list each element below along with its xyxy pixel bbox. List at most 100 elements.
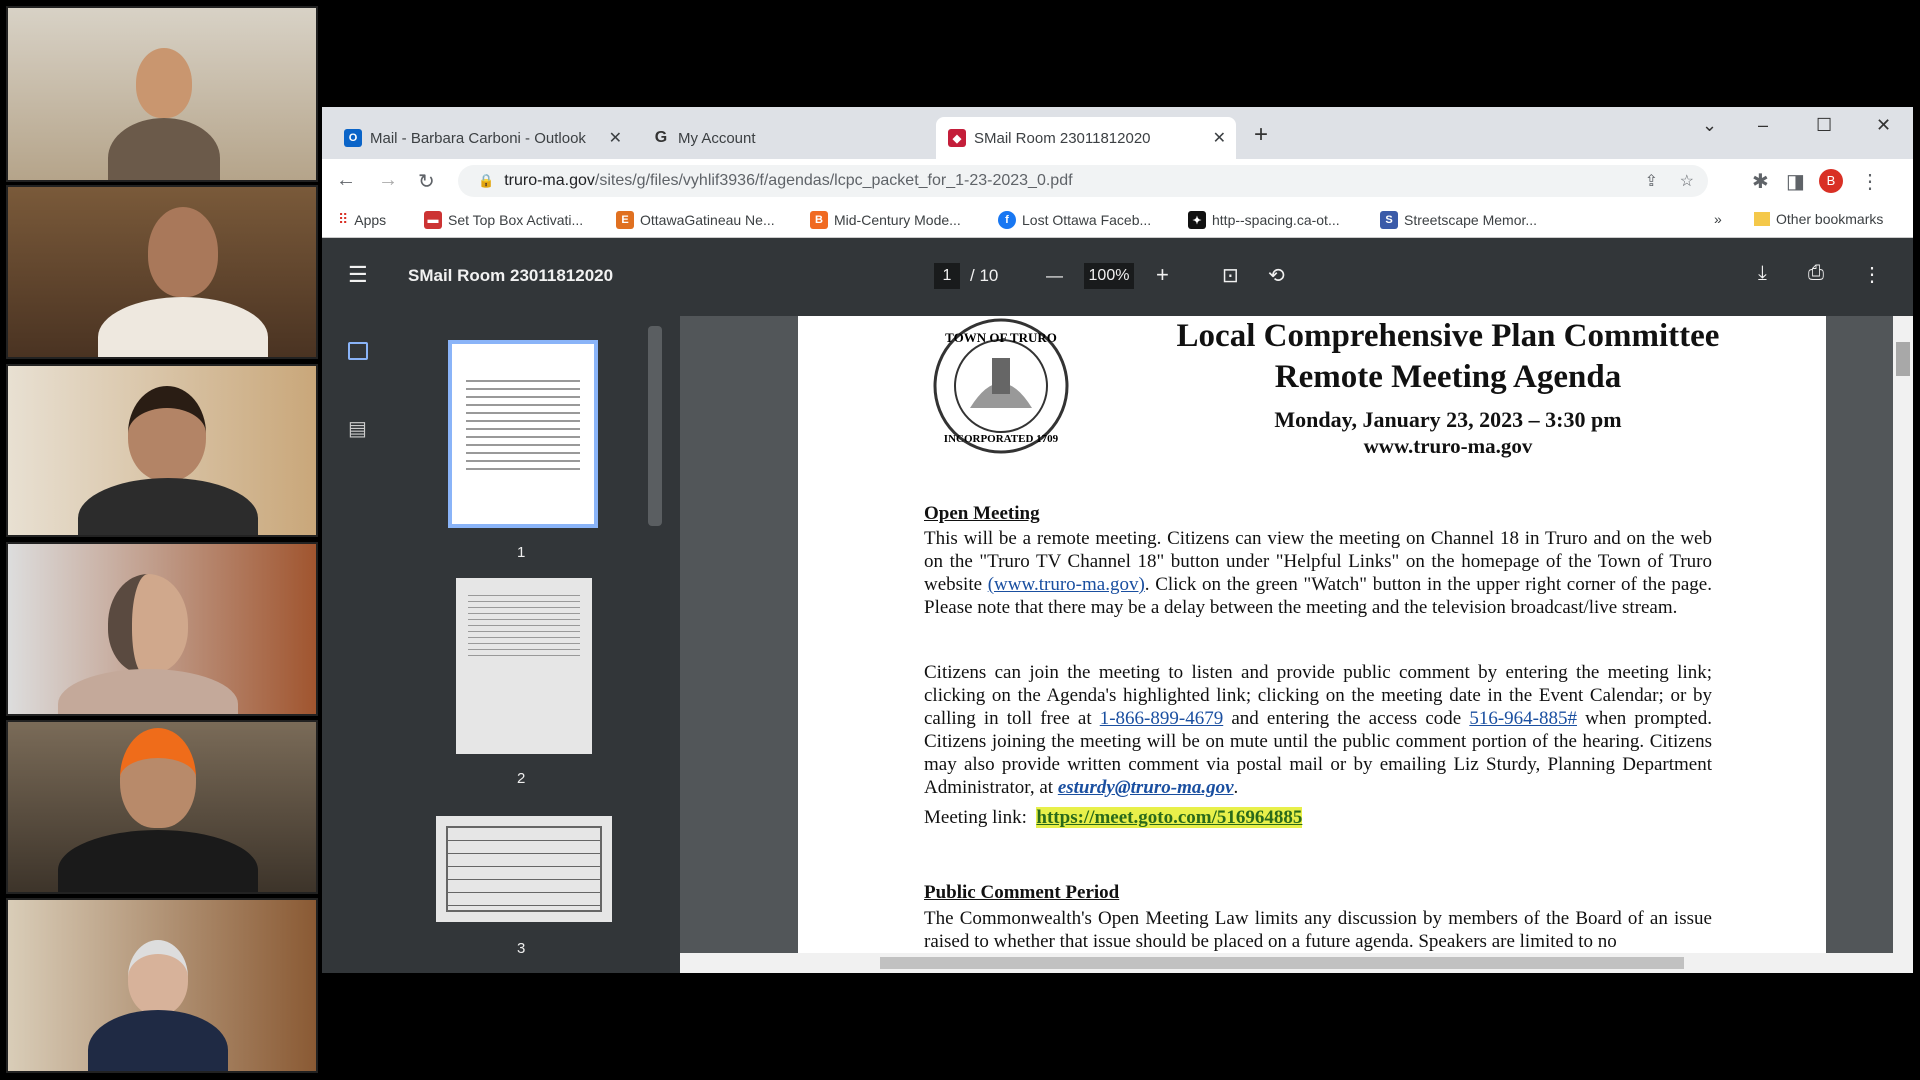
participant-body (78, 478, 258, 537)
bookmark-ottawagatineau[interactable]: EOttawaGatineau Ne... (616, 211, 775, 229)
page-thumbnail-3[interactable] (436, 816, 612, 922)
share-icon[interactable]: ⇪ (1645, 171, 1658, 191)
open-meeting-paragraph-1: This will be a remote meeting. Citizens … (924, 527, 1712, 619)
participant-body (108, 118, 220, 182)
close-tab-icon[interactable]: ✕ (609, 128, 622, 148)
participant-video-6[interactable] (6, 898, 318, 1073)
browser-window: O Mail - Barbara Carboni - Outlook ✕ G M… (322, 107, 1913, 973)
scrollbar-thumb[interactable] (880, 957, 1684, 969)
meeting-link-line: Meeting link: https://meet.goto.com/5169… (924, 806, 1712, 829)
address-bar-row: ← → ↻ 🔒 truro-ma.gov/sites/g/files/vyhli… (322, 159, 1913, 203)
menu-icon[interactable]: ⋮ (1860, 169, 1880, 194)
lock-icon: 🔒 (478, 173, 494, 189)
open-meeting-paragraph-2: Citizens can join the meeting to listen … (924, 661, 1712, 799)
participant-avatar (136, 48, 192, 118)
tab-label: My Account (678, 130, 756, 147)
more-options-icon[interactable]: ⋮ (1862, 262, 1882, 287)
sidebar-toggle-icon[interactable]: ☰ (348, 262, 368, 288)
tab-outlook[interactable]: O Mail - Barbara Carboni - Outlook ✕ (332, 117, 632, 159)
other-bookmarks[interactable]: Other bookmarks (1754, 211, 1883, 227)
bookmark-mid-century[interactable]: BMid-Century Mode... (810, 211, 961, 229)
access-code-link[interactable]: 516-964-885# (1469, 708, 1577, 729)
bookmark-label: Streetscape Memor... (1404, 212, 1537, 228)
zoom-in-button[interactable]: + (1156, 262, 1169, 288)
facebook-icon: f (998, 211, 1016, 229)
participant-avatar (148, 207, 218, 297)
sidebar-scrollbar[interactable] (648, 326, 662, 526)
text: and entering the access code (1223, 708, 1469, 729)
horizontal-scrollbar[interactable] (680, 953, 1913, 973)
profile-avatar[interactable]: B (1819, 169, 1843, 193)
page-total: / 10 (970, 266, 998, 286)
rotate-icon[interactable]: ⟲ (1268, 263, 1285, 288)
meeting-url-link[interactable]: https://meet.goto.com/516964885 (1036, 807, 1302, 828)
url-input[interactable]: 🔒 truro-ma.gov/sites/g/files/vyhlif3936/… (458, 165, 1708, 197)
participant-avatar (108, 574, 188, 674)
participant-avatar (128, 940, 188, 1015)
fit-page-icon[interactable]: ⊡ (1222, 263, 1239, 288)
vertical-scrollbar[interactable] (1893, 316, 1913, 953)
thumbnail-label: 3 (517, 940, 525, 957)
bookmark-star-icon[interactable]: ☆ (1680, 171, 1694, 191)
folder-icon (1754, 212, 1770, 226)
participant-video-4[interactable] (6, 542, 318, 716)
pdf-toolbar: ☰ SMail Room 23011812020 1 / 10 — 100% +… (322, 238, 1913, 316)
new-tab-button[interactable]: + (1254, 121, 1268, 149)
back-icon[interactable]: ← (336, 169, 356, 192)
zoom-level-input[interactable]: 100% (1084, 263, 1134, 289)
participant-video-3[interactable] (6, 364, 318, 537)
download-icon[interactable]: ⤓ (1758, 262, 1767, 285)
more-bookmarks-icon[interactable]: » (1714, 211, 1722, 227)
close-window-button[interactable]: ✕ (1876, 115, 1891, 136)
bookmark-favicon: ✦ (1188, 211, 1206, 229)
bookmark-set-top-box[interactable]: ▬Set Top Box Activati... (424, 211, 583, 229)
town-website-link[interactable]: (www.truro-ma.gov) (988, 574, 1145, 595)
email-link[interactable]: esturdy@truro-ma.gov (1058, 777, 1234, 798)
bookmark-spacing[interactable]: ✦http--spacing.ca-ot... (1188, 211, 1340, 229)
thumbnails-view-icon[interactable] (348, 342, 368, 360)
bookmark-favicon: E (616, 211, 634, 229)
pdf-title: SMail Room 23011812020 (408, 266, 613, 286)
thumbnail-table (446, 826, 602, 912)
open-meeting-heading: Open Meeting (924, 503, 1040, 525)
tab-label: Mail - Barbara Carboni - Outlook (370, 130, 586, 147)
doc-date: Monday, January 23, 2023 – 3:30 pm (1098, 407, 1798, 433)
page-number-input[interactable]: 1 (934, 263, 960, 289)
thumbnail-lines (466, 374, 580, 474)
meeting-link-label: Meeting link: (924, 807, 1036, 828)
bookmark-favicon: ▬ (424, 211, 442, 229)
url-path: /sites/g/files/vyhlif3936/f/agendas/lcpc… (595, 172, 1073, 190)
reload-icon[interactable]: ↻ (418, 169, 435, 194)
forward-icon[interactable]: → (378, 169, 398, 192)
maximize-button[interactable]: ☐ (1816, 115, 1832, 136)
smail-icon: ◆ (948, 129, 966, 147)
tab-search-icon[interactable]: ⌄ (1702, 115, 1717, 136)
doc-website: www.truro-ma.gov (1098, 434, 1798, 459)
phone-link[interactable]: 1-866-899-4679 (1100, 708, 1223, 729)
scrollbar-thumb[interactable] (1896, 342, 1910, 376)
page-thumbnail-2[interactable] (456, 578, 592, 754)
bookmark-streetscape[interactable]: S Streetscape Memor... (1380, 211, 1537, 229)
participant-video-2[interactable] (6, 185, 318, 359)
bookmark-label: Other bookmarks (1776, 211, 1883, 227)
tab-smail-room[interactable]: ◆ SMail Room 23011812020 ✕ (936, 117, 1236, 159)
bookmark-apps[interactable]: ⠿Apps (338, 211, 386, 228)
participant-video-1[interactable] (6, 6, 318, 182)
close-tab-icon[interactable]: ✕ (1213, 128, 1226, 148)
zoom-out-button[interactable]: — (1046, 266, 1063, 286)
outline-view-icon[interactable]: ▤ (348, 416, 367, 441)
page-thumbnail-1[interactable] (448, 340, 598, 528)
thumbnail-label: 1 (517, 544, 525, 561)
minimize-button[interactable]: – (1758, 115, 1768, 136)
url-host: truro-ma.gov (504, 172, 595, 190)
print-icon[interactable]: ⎙ (1808, 262, 1824, 285)
participant-video-5[interactable] (6, 720, 318, 894)
apps-grid-icon: ⠿ (338, 211, 348, 228)
bookmark-lost-ottawa[interactable]: fLost Ottawa Faceb... (998, 211, 1151, 229)
outlook-icon: O (344, 129, 362, 147)
extensions-icon[interactable]: ✱ (1752, 169, 1769, 194)
bookmark-favicon: S (1380, 211, 1398, 229)
side-panel-icon[interactable]: ◨ (1786, 169, 1805, 194)
text: . (1234, 777, 1239, 798)
pdf-viewport: TOWN OF TRURO INCORPORATED 1709 Local Co… (680, 316, 1913, 953)
